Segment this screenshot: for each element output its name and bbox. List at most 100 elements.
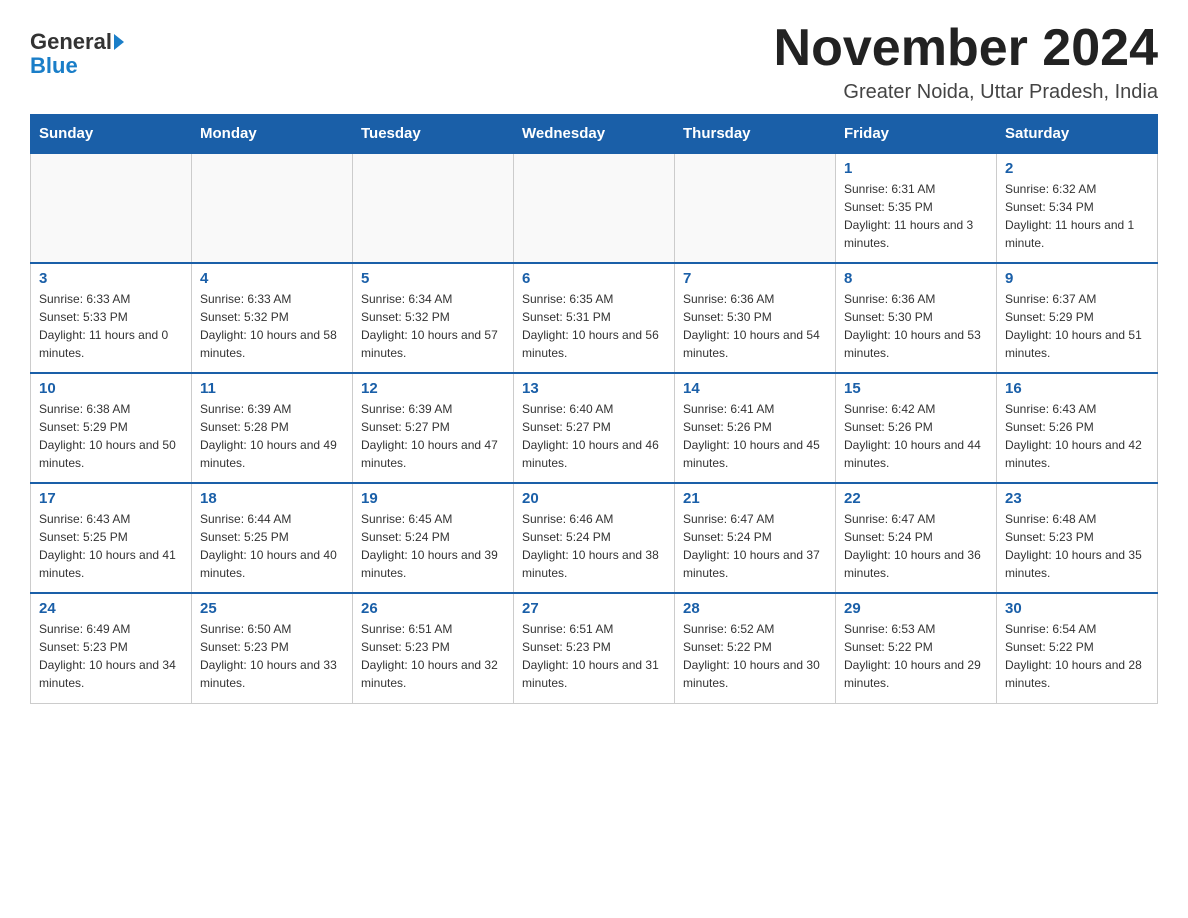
calendar-cell: 8 Sunrise: 6:36 AMSunset: 5:30 PMDaylight… [836, 263, 997, 373]
day-info: Sunrise: 6:51 AMSunset: 5:23 PMDaylight:… [361, 620, 505, 692]
calendar-cell: 5 Sunrise: 6:34 AMSunset: 5:32 PMDaylight… [353, 263, 514, 373]
calendar-week-row: 10 Sunrise: 6:38 AMSunset: 5:29 PMDayligh… [31, 373, 1158, 483]
day-number: 18 [200, 490, 344, 507]
calendar-cell: 15 Sunrise: 6:42 AMSunset: 5:26 PMDayligh… [836, 373, 997, 483]
day-number: 7 [683, 270, 827, 287]
logo-arrow-icon [114, 34, 124, 50]
day-info: Sunrise: 6:35 AMSunset: 5:31 PMDaylight:… [522, 290, 666, 362]
calendar-cell: 9 Sunrise: 6:37 AMSunset: 5:29 PMDaylight… [997, 263, 1158, 373]
calendar-cell: 28Sunrise: 6:52 AMSunset: 5:22 PMDayligh… [675, 593, 836, 703]
day-number: 4 [200, 270, 344, 287]
location-text: Greater Noida, Uttar Pradesh, India [774, 81, 1158, 104]
day-info: Sunrise: 6:41 AMSunset: 5:26 PMDaylight:… [683, 400, 827, 472]
calendar-cell: 26 Sunrise: 6:51 AMSunset: 5:23 PMDayligh… [353, 593, 514, 703]
calendar-cell [353, 153, 514, 263]
day-info: Sunrise: 6:46 AMSunset: 5:24 PMDaylight:… [522, 510, 666, 582]
title-block: November 2024 Greater Noida, Uttar Prade… [774, 20, 1158, 104]
day-info: Sunrise: 6:42 AMSunset: 5:26 PMDaylight:… [844, 400, 988, 472]
calendar-cell: 16 Sunrise: 6:43 AMSunset: 5:26 PMDayligh… [997, 373, 1158, 483]
day-info: Sunrise: 6:53 AMSunset: 5:22 PMDaylight:… [844, 620, 988, 692]
day-number: 20 [522, 490, 666, 507]
day-info: Sunrise: 6:33 AMSunset: 5:32 PMDaylight:… [200, 290, 344, 362]
day-info: Sunrise: 6:47 AMSunset: 5:24 PMDaylight:… [844, 510, 988, 582]
calendar-cell: 2 Sunrise: 6:32 AMSunset: 5:34 PMDaylight… [997, 153, 1158, 263]
day-number: 13 [522, 380, 666, 397]
calendar-cell [192, 153, 353, 263]
logo-blue-text: Blue [30, 54, 124, 78]
day-info: Sunrise: 6:36 AMSunset: 5:30 PMDaylight:… [683, 290, 827, 362]
calendar-header-wednesday: Wednesday [514, 115, 675, 154]
day-number: 24 [39, 600, 183, 617]
calendar-cell: 19Sunrise: 6:45 AMSunset: 5:24 PMDayligh… [353, 483, 514, 593]
calendar-cell: 13Sunrise: 6:40 AMSunset: 5:27 PMDayligh… [514, 373, 675, 483]
day-number: 2 [1005, 160, 1149, 177]
day-number: 30 [1005, 600, 1149, 617]
calendar-cell: 25Sunrise: 6:50 AMSunset: 5:23 PMDayligh… [192, 593, 353, 703]
calendar-header-row: SundayMondayTuesdayWednesdayThursdayFrid… [31, 115, 1158, 154]
day-info: Sunrise: 6:37 AMSunset: 5:29 PMDaylight:… [1005, 290, 1149, 362]
day-number: 1 [844, 160, 988, 177]
day-info: Sunrise: 6:54 AMSunset: 5:22 PMDaylight:… [1005, 620, 1149, 692]
day-info: Sunrise: 6:43 AMSunset: 5:26 PMDaylight:… [1005, 400, 1149, 472]
calendar-week-row: 1 Sunrise: 6:31 AMSunset: 5:35 PMDaylight… [31, 153, 1158, 263]
day-number: 19 [361, 490, 505, 507]
day-info: Sunrise: 6:39 AMSunset: 5:28 PMDaylight:… [200, 400, 344, 472]
calendar-header-tuesday: Tuesday [353, 115, 514, 154]
day-number: 6 [522, 270, 666, 287]
day-number: 16 [1005, 380, 1149, 397]
month-title: November 2024 [774, 20, 1158, 77]
calendar-cell: 29 Sunrise: 6:53 AMSunset: 5:22 PMDayligh… [836, 593, 997, 703]
day-info: Sunrise: 6:48 AMSunset: 5:23 PMDaylight:… [1005, 510, 1149, 582]
day-number: 29 [844, 600, 988, 617]
day-number: 21 [683, 490, 827, 507]
day-number: 26 [361, 600, 505, 617]
day-info: Sunrise: 6:32 AMSunset: 5:34 PMDaylight:… [1005, 180, 1149, 252]
day-number: 28 [683, 600, 827, 617]
calendar-cell [31, 153, 192, 263]
calendar-cell: 27 Sunrise: 6:51 AMSunset: 5:23 PMDayligh… [514, 593, 675, 703]
page-header: General Blue November 2024 Greater Noida… [30, 20, 1158, 104]
calendar-cell: 12Sunrise: 6:39 AMSunset: 5:27 PMDayligh… [353, 373, 514, 483]
logo: General Blue [30, 30, 124, 78]
day-number: 10 [39, 380, 183, 397]
day-number: 8 [844, 270, 988, 287]
calendar-cell: 21 Sunrise: 6:47 AMSunset: 5:24 PMDayligh… [675, 483, 836, 593]
calendar-cell: 6 Sunrise: 6:35 AMSunset: 5:31 PMDaylight… [514, 263, 675, 373]
day-number: 27 [522, 600, 666, 617]
logo-general-text: General [30, 30, 112, 54]
day-number: 5 [361, 270, 505, 287]
calendar-header-monday: Monday [192, 115, 353, 154]
calendar-cell [675, 153, 836, 263]
calendar-cell: 11 Sunrise: 6:39 AMSunset: 5:28 PMDayligh… [192, 373, 353, 483]
calendar-header-saturday: Saturday [997, 115, 1158, 154]
day-info: Sunrise: 6:44 AMSunset: 5:25 PMDaylight:… [200, 510, 344, 582]
day-number: 17 [39, 490, 183, 507]
calendar-week-row: 3Sunrise: 6:33 AMSunset: 5:33 PMDaylight… [31, 263, 1158, 373]
calendar-cell: 23 Sunrise: 6:48 AMSunset: 5:23 PMDayligh… [997, 483, 1158, 593]
calendar-cell: 30 Sunrise: 6:54 AMSunset: 5:22 PMDayligh… [997, 593, 1158, 703]
day-number: 11 [200, 380, 344, 397]
calendar-table: SundayMondayTuesdayWednesdayThursdayFrid… [30, 114, 1158, 704]
day-info: Sunrise: 6:49 AMSunset: 5:23 PMDaylight:… [39, 620, 183, 692]
calendar-week-row: 24 Sunrise: 6:49 AMSunset: 5:23 PMDayligh… [31, 593, 1158, 703]
calendar-cell: 22 Sunrise: 6:47 AMSunset: 5:24 PMDayligh… [836, 483, 997, 593]
calendar-cell: 18 Sunrise: 6:44 AMSunset: 5:25 PMDayligh… [192, 483, 353, 593]
day-info: Sunrise: 6:50 AMSunset: 5:23 PMDaylight:… [200, 620, 344, 692]
day-number: 22 [844, 490, 988, 507]
day-info: Sunrise: 6:39 AMSunset: 5:27 PMDaylight:… [361, 400, 505, 472]
day-info: Sunrise: 6:51 AMSunset: 5:23 PMDaylight:… [522, 620, 666, 692]
day-info: Sunrise: 6:47 AMSunset: 5:24 PMDaylight:… [683, 510, 827, 582]
day-info: Sunrise: 6:33 AMSunset: 5:33 PMDaylight:… [39, 290, 183, 362]
calendar-cell: 1 Sunrise: 6:31 AMSunset: 5:35 PMDaylight… [836, 153, 997, 263]
day-info: Sunrise: 6:34 AMSunset: 5:32 PMDaylight:… [361, 290, 505, 362]
calendar-cell: 7 Sunrise: 6:36 AMSunset: 5:30 PMDaylight… [675, 263, 836, 373]
day-info: Sunrise: 6:38 AMSunset: 5:29 PMDaylight:… [39, 400, 183, 472]
day-number: 15 [844, 380, 988, 397]
day-number: 9 [1005, 270, 1149, 287]
day-info: Sunrise: 6:31 AMSunset: 5:35 PMDaylight:… [844, 180, 988, 252]
calendar-header-sunday: Sunday [31, 115, 192, 154]
day-number: 23 [1005, 490, 1149, 507]
calendar-cell: 4 Sunrise: 6:33 AMSunset: 5:32 PMDaylight… [192, 263, 353, 373]
calendar-cell: 14Sunrise: 6:41 AMSunset: 5:26 PMDayligh… [675, 373, 836, 483]
day-info: Sunrise: 6:36 AMSunset: 5:30 PMDaylight:… [844, 290, 988, 362]
